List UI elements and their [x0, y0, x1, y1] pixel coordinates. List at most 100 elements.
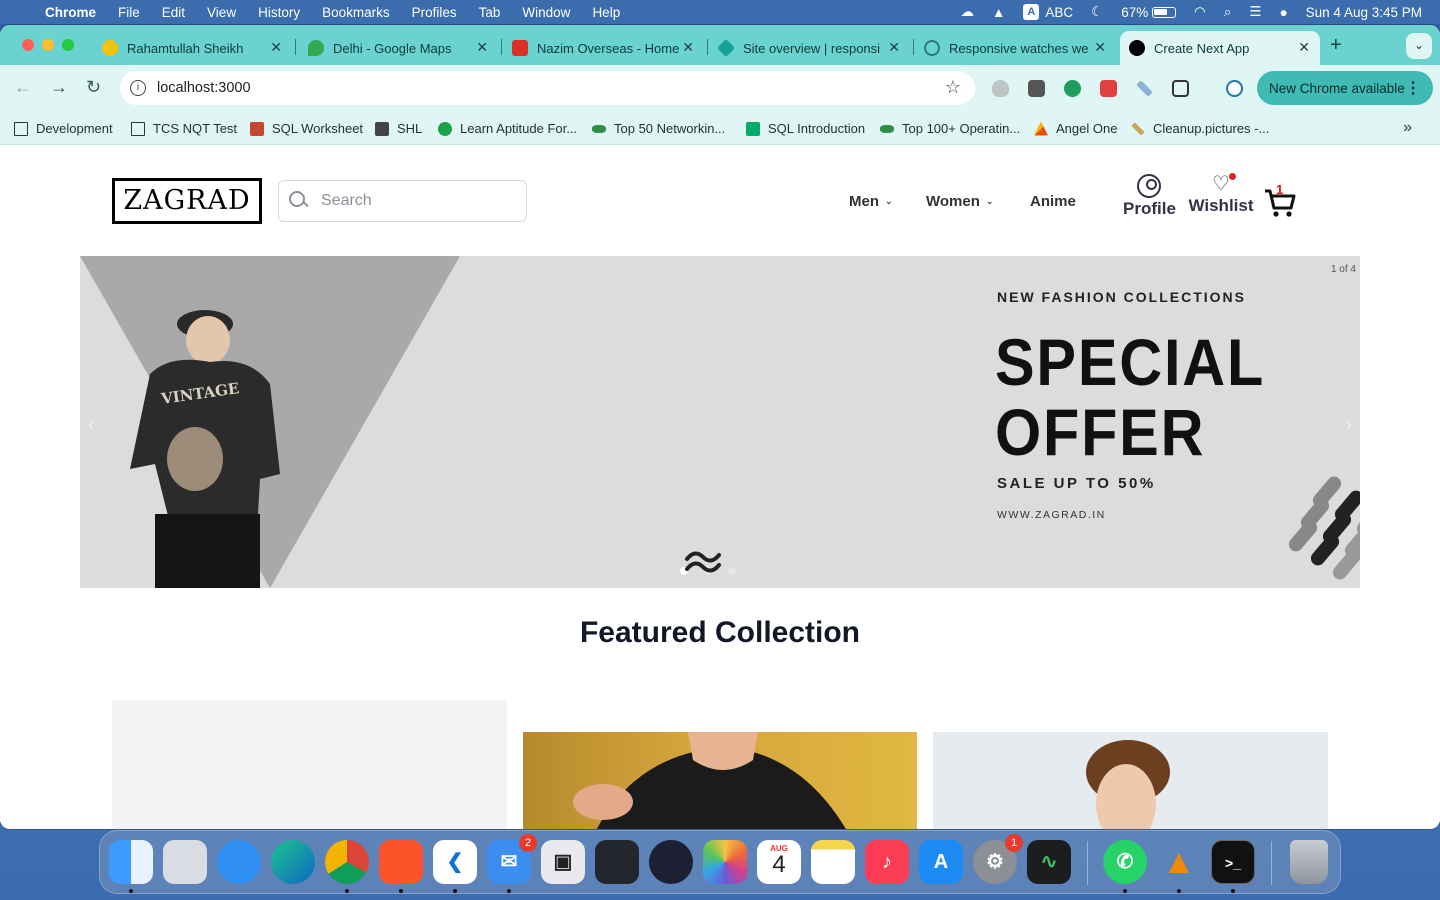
activity-monitor-icon[interactable]: ∿: [1027, 840, 1071, 884]
site-search-input[interactable]: Search: [278, 180, 527, 222]
profile-avatar-icon[interactable]: [1226, 80, 1243, 97]
reload-icon[interactable]: ↻: [86, 77, 101, 98]
product-card-women[interactable]: [523, 732, 917, 829]
carousel-next-arrow-icon[interactable]: ›: [1346, 414, 1352, 435]
spotlight-search-icon[interactable]: ⌕: [1224, 4, 1232, 20]
cloud-icon[interactable]: ☁: [961, 4, 975, 20]
bookmark-cleanup-pictures[interactable]: Cleanup.pictures -...: [1131, 121, 1269, 136]
tab-search-chevron-icon[interactable]: ⌄: [1406, 33, 1432, 59]
bookmark-learn-aptitude[interactable]: Learn Aptitude For...: [438, 121, 577, 136]
tab-close-icon[interactable]: ✕: [476, 39, 488, 56]
new-tab-plus-icon[interactable]: +: [1330, 34, 1342, 57]
photos-icon[interactable]: [703, 840, 747, 884]
finder-icon[interactable]: [109, 840, 153, 884]
minimize-window-button[interactable]: [42, 39, 54, 51]
address-bar-url[interactable]: localhost:3000: [157, 80, 251, 96]
nav-anime[interactable]: Anime: [1030, 193, 1076, 210]
whatsapp-icon[interactable]: ✆: [1103, 840, 1147, 884]
launchpad-icon[interactable]: [163, 840, 207, 884]
trash-icon[interactable]: [1290, 840, 1328, 884]
back-arrow-icon[interactable]: ←: [14, 77, 32, 98]
nav-women[interactable]: Women ⌄: [926, 193, 993, 210]
extension-hand-icon[interactable]: [992, 80, 1009, 97]
menu-profiles[interactable]: Profiles: [412, 5, 457, 20]
siri-icon[interactable]: ●: [1280, 5, 1288, 20]
menu-window[interactable]: Window: [522, 5, 570, 20]
tab-responsive-watches[interactable]: Responsive watches we ✕: [916, 31, 1116, 65]
input-source[interactable]: A ABC: [1023, 4, 1073, 20]
tab-close-icon[interactable]: ✕: [270, 39, 282, 56]
moon-icon[interactable]: ☾: [1091, 4, 1103, 20]
extension-record-icon[interactable]: [1100, 80, 1117, 97]
extensions-puzzle-icon[interactable]: [1172, 80, 1189, 97]
app-store-icon[interactable]: A: [919, 840, 963, 884]
bookmarks-overflow-icon[interactable]: »: [1403, 119, 1412, 137]
safari-icon[interactable]: [217, 840, 261, 884]
tab-create-next-app[interactable]: Create Next App ✕: [1120, 31, 1320, 65]
menu-history[interactable]: History: [258, 5, 300, 20]
battery-status[interactable]: 67%: [1121, 5, 1177, 20]
mail-icon[interactable]: ✉ 2: [487, 834, 537, 884]
grammarly-icon[interactable]: [1064, 80, 1081, 97]
wishlist-link[interactable]: ♡ Wishlist: [1188, 173, 1254, 216]
bookmark-development[interactable]: Development: [14, 121, 113, 136]
new-chrome-available-button[interactable]: New Chrome available ⋮: [1257, 71, 1433, 105]
product-card-placeholder[interactable]: [112, 700, 507, 829]
tab-close-icon[interactable]: ✕: [888, 39, 900, 56]
chrome-icon[interactable]: [325, 840, 369, 884]
edge-icon[interactable]: [271, 840, 315, 884]
hero-carousel[interactable]: VINTAGE 1 of 4 ‹ › NEW FASHION COLLECTIO…: [80, 256, 1360, 588]
menu-tab[interactable]: Tab: [479, 5, 501, 20]
bookmark-angel-one[interactable]: Angel One: [1034, 121, 1117, 136]
tab-delhi-google-maps[interactable]: Delhi - Google Maps ✕: [298, 31, 498, 65]
menu-view[interactable]: View: [207, 5, 236, 20]
carousel-prev-arrow-icon[interactable]: ‹: [88, 414, 94, 435]
zoom-window-button[interactable]: [62, 39, 74, 51]
more-vert-icon[interactable]: ⋮: [1405, 78, 1421, 98]
wifi-icon[interactable]: ◠: [1194, 4, 1206, 20]
notes-icon[interactable]: [811, 840, 855, 884]
site-logo[interactable]: ZAGRAD: [112, 178, 262, 224]
tab-nazim-overseas[interactable]: Nazim Overseas - Home ✕: [504, 31, 704, 65]
brave-icon[interactable]: [379, 840, 423, 884]
bookmark-sql-introduction[interactable]: SQL Introduction: [746, 121, 865, 136]
bookmark-shl[interactable]: SHL: [375, 121, 422, 136]
bookmark-star-icon[interactable]: ☆: [945, 77, 961, 98]
menu-bookmarks[interactable]: Bookmarks: [322, 5, 390, 20]
tab-site-overview[interactable]: Site overview | responsi ✕: [710, 31, 910, 65]
bookmark-top-50-networking[interactable]: Top 50 Networkin...: [592, 121, 725, 136]
address-bar[interactable]: i localhost:3000 ☆: [120, 71, 975, 105]
profile-link[interactable]: Profile: [1123, 174, 1176, 219]
menu-help[interactable]: Help: [592, 5, 620, 20]
tab-close-icon[interactable]: ✕: [682, 39, 694, 56]
bookmark-top-100-operating[interactable]: Top 100+ Operatin...: [880, 121, 1020, 136]
bookmark-sql-worksheet[interactable]: SQL Worksheet: [250, 121, 363, 136]
bookmark-tcs-nqt-test[interactable]: TCS NQT Test: [131, 121, 237, 136]
menubar-clock[interactable]: Sun 4 Aug 3:45 PM: [1306, 5, 1422, 20]
color-picker-icon[interactable]: [1136, 80, 1153, 97]
vscode-icon[interactable]: ❮: [433, 840, 477, 884]
carousel-dot[interactable]: [728, 567, 736, 575]
close-window-button[interactable]: [22, 39, 34, 51]
obs-icon[interactable]: [649, 840, 693, 884]
tab-close-icon[interactable]: ✕: [1094, 39, 1106, 56]
menubar-app-name[interactable]: Chrome: [45, 5, 96, 20]
vlc-status-icon[interactable]: ▲: [992, 5, 1005, 20]
tab-close-icon[interactable]: ✕: [1298, 39, 1310, 56]
control-center-icon[interactable]: ☰: [1249, 4, 1261, 20]
tab-rahamtullah-sheikh[interactable]: Rahamtullah Sheikh ✕: [92, 31, 292, 65]
menu-file[interactable]: File: [118, 5, 140, 20]
nav-men[interactable]: Men ⌄: [849, 193, 893, 210]
site-info-icon[interactable]: i: [130, 80, 146, 96]
system-settings-icon[interactable]: ⚙ 1: [973, 834, 1023, 884]
forward-arrow-icon[interactable]: →: [50, 77, 68, 98]
calendar-icon[interactable]: AUG 4: [757, 840, 801, 884]
product-card-men[interactable]: [933, 732, 1328, 829]
menu-edit[interactable]: Edit: [162, 5, 185, 20]
davinci-resolve-icon[interactable]: [595, 840, 639, 884]
screenshot-icon[interactable]: ▣: [541, 840, 585, 884]
vlc-icon[interactable]: ▲: [1157, 840, 1201, 884]
extension-screen-icon[interactable]: [1028, 80, 1045, 97]
music-icon[interactable]: ♪: [865, 840, 909, 884]
terminal-icon[interactable]: >_: [1211, 840, 1255, 884]
